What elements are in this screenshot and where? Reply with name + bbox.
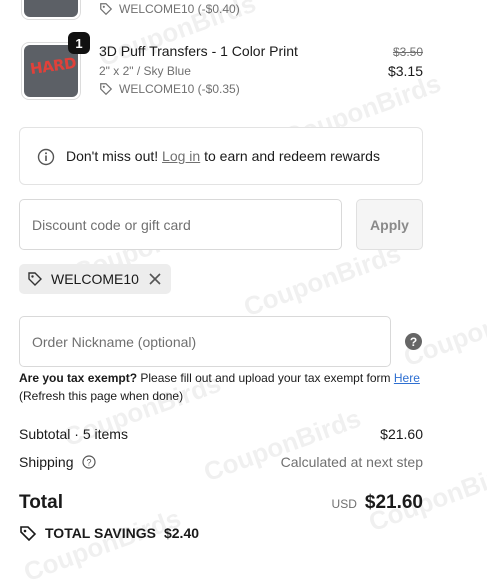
savings-label: TOTAL SAVINGS <box>45 525 156 541</box>
tag-icon <box>100 83 113 96</box>
shipping-help-icon[interactable]: ? <box>81 455 96 469</box>
tax-exempt-question: Are you tax exempt? <box>19 371 138 385</box>
subtotal-label: Subtotal · 5 items <box>19 426 128 442</box>
product-variant: 2" x 2" / Sky Blue <box>99 64 191 78</box>
total-value-group: USD $21.60 <box>332 492 423 514</box>
shipping-row: Shipping ? <box>19 454 96 470</box>
discount-code-input[interactable]: Discount code or gift card <box>19 199 342 250</box>
rewards-text-before: Don't miss out! <box>66 148 159 164</box>
total-savings: TOTAL SAVINGS $2.40 <box>19 524 199 542</box>
shipping-label: Shipping <box>19 454 74 470</box>
product-print: HARD <box>28 53 78 79</box>
tag-icon <box>28 272 42 286</box>
savings-value: $2.40 <box>163 525 200 541</box>
line-discount: WELCOME10 (-$0.35) <box>99 82 240 96</box>
info-icon <box>37 148 55 166</box>
savings-tag-icon <box>20 526 37 542</box>
watermark: CouponBirds <box>399 287 487 373</box>
line-discount-text: WELCOME10 (-$0.40) <box>119 2 240 16</box>
tax-exempt-notice: Are you tax exempt? Please fill out and … <box>19 369 439 405</box>
watermark: CouponBirds <box>19 502 185 588</box>
product-title: 3D Puff Transfers - 1 Color Print <box>99 43 298 59</box>
watermark: CouponBirds <box>239 237 405 323</box>
svg-text:?: ? <box>86 458 91 468</box>
line-discount: WELCOME10 (-$0.40) <box>99 2 240 16</box>
line-discount-text: WELCOME10 (-$0.35) <box>119 82 240 96</box>
product-price: $3.15 <box>387 63 423 79</box>
applied-code: WELCOME10 <box>51 271 139 287</box>
shipping-value: Calculated at next step <box>280 454 423 470</box>
rewards-banner: Don't miss out! Log in to earn and redee… <box>19 127 423 185</box>
watermark: CouponBirds <box>199 402 365 488</box>
total-currency: USD <box>331 497 357 511</box>
rewards-text-after: to earn and redeem rewards <box>204 148 380 164</box>
subtotal-value: $21.60 <box>380 426 423 442</box>
remove-discount-icon[interactable] <box>149 273 161 285</box>
rewards-text: Don't miss out! Log in to earn and redee… <box>66 148 380 164</box>
total-label: Total <box>19 492 63 513</box>
tax-exempt-link[interactable]: Here <box>394 371 420 385</box>
help-icon[interactable]: ? <box>405 333 422 350</box>
tax-exempt-text: Please fill out and upload your tax exem… <box>140 371 391 385</box>
applied-discount-chip: WELCOME10 <box>19 264 171 294</box>
order-nickname-input[interactable]: Order Nickname (optional) <box>19 316 391 367</box>
apply-button[interactable]: Apply <box>356 199 423 250</box>
quantity-badge: 1 <box>68 32 90 54</box>
tag-icon <box>100 3 113 16</box>
product-thumbnail: HARD <box>21 0 81 20</box>
total-value: $21.60 <box>364 492 423 513</box>
tax-exempt-note: (Refresh this page when done) <box>19 389 184 403</box>
login-link[interactable]: Log in <box>162 148 200 164</box>
original-price: $3.50 <box>392 45 423 59</box>
